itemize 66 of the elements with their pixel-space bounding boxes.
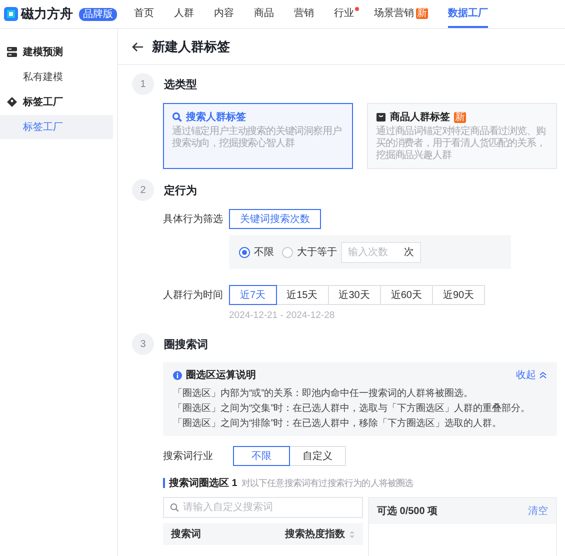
step-title: 选类型	[164, 78, 197, 92]
zone-hint: 对以下任意搜索词有过搜索行为的人将被圈选	[241, 476, 414, 490]
search-icon	[172, 112, 182, 122]
chevron-up-icon	[539, 371, 547, 379]
bag-icon	[376, 112, 386, 122]
sidebar-group-label: 建模预测	[23, 46, 63, 59]
step-title: 圈搜索词	[164, 338, 208, 352]
server-icon	[7, 47, 17, 57]
page-title: 新建人群标签	[152, 38, 230, 56]
logo-icon	[4, 7, 18, 21]
nav-tab[interactable]: 行业	[334, 0, 354, 28]
info-title: 圈选区运算说明	[186, 368, 257, 382]
step-number: 2	[132, 179, 154, 201]
nav-tab[interactable]: 场景营销 新	[374, 0, 428, 28]
card-description: 通过锚定用户主动搜索的关键词洞察用户搜索动向，挖掘搜索心智人群	[172, 126, 342, 150]
field-label: 搜索词行业	[163, 450, 213, 463]
column-header[interactable]: 搜索热度指数	[285, 527, 355, 541]
new-badge: 新	[416, 8, 428, 18]
count-input[interactable]: 输入次数	[348, 246, 398, 258]
field-label: 人群行为时间	[163, 288, 223, 302]
card-description: 通过商品词锚定对特定商品看过浏览、购买的消费者，用于看清人货匹配的关系，挖掘商品兴趣人群	[376, 126, 546, 162]
card-title: 搜索人群标签	[186, 110, 246, 124]
new-badge: 新	[454, 112, 466, 122]
sidebar-item[interactable]: 私有建模	[0, 65, 113, 89]
logo-text: 磁力方舟	[21, 5, 73, 23]
time-option[interactable]: 近7天	[229, 285, 277, 305]
card-title: 商品人群标签	[390, 110, 450, 124]
step-title: 定行为	[164, 184, 197, 198]
sidebar-group-label: 标签工厂	[23, 96, 63, 109]
sort-icon	[349, 530, 355, 538]
time-option[interactable]: 近60天	[380, 285, 433, 305]
time-option[interactable]: 近15天	[276, 285, 329, 305]
nav-tab[interactable]: 数据工厂	[448, 0, 488, 28]
info-text: 「圈选区」之间为“排除”时：在已选人群中，移除「下方圈选区」选取的人群。	[173, 417, 502, 430]
info-text: 「圈选区」内部为“或”的关系：即池内命中任一搜索词的人群将被圈选。	[173, 387, 474, 400]
time-option[interactable]: 近30天	[328, 285, 381, 305]
collapse-link[interactable]: 收起	[516, 368, 547, 382]
radio-option[interactable]: 大于等于	[282, 245, 337, 259]
type-card[interactable]: 搜索人群标签 通过锚定用户主动搜索的关键词洞察用户搜索动向，挖掘搜索心智人群	[163, 103, 353, 169]
nav-tab[interactable]: 人群	[174, 0, 194, 28]
type-card[interactable]: 商品人群标签 新 通过商品词锚定对特定商品看过浏览、购买的消费者，用于看清人货匹配的关系，挖掘商品兴趣人群	[367, 103, 557, 169]
edition-badge: 品牌版	[79, 8, 117, 20]
nav-tab[interactable]: 营销	[294, 0, 314, 28]
nav-tab[interactable]: 首页	[134, 0, 154, 28]
step-number: 3	[132, 333, 154, 355]
nav-tab[interactable]: 商品	[254, 0, 274, 28]
industry-option[interactable]: 自定义	[289, 446, 346, 466]
sidebar-item[interactable]: 标签工厂	[0, 115, 113, 139]
tag-icon	[7, 97, 17, 107]
zone-title: 搜索词圈选区 1	[169, 476, 238, 490]
time-option[interactable]: 近90天	[432, 285, 486, 305]
step-number: 1	[132, 73, 154, 95]
selected-count: 可选 0/500 项	[377, 504, 438, 518]
date-range: 2024-12-21 - 2024-12-28	[229, 310, 336, 321]
unit-label: 次	[404, 246, 414, 259]
field-label: 具体行为筛选	[163, 212, 223, 226]
nav-tab[interactable]: 内容	[214, 0, 234, 28]
search-icon	[170, 503, 179, 512]
industry-option[interactable]: 不限	[233, 446, 290, 466]
info-text: 「圈选区」之间为“交集”时：在已选人群中，选取与「下方圈选区」人群的重叠部分。	[173, 402, 531, 415]
info-icon	[173, 370, 182, 380]
column-header: 搜索词	[171, 528, 201, 541]
count-field[interactable]: 输入次数 次	[341, 242, 421, 262]
radio-option[interactable]: 不限	[239, 245, 274, 259]
back-arrow-icon[interactable]	[132, 42, 144, 52]
behavior-option[interactable]: 关键词搜索次数	[229, 209, 321, 229]
